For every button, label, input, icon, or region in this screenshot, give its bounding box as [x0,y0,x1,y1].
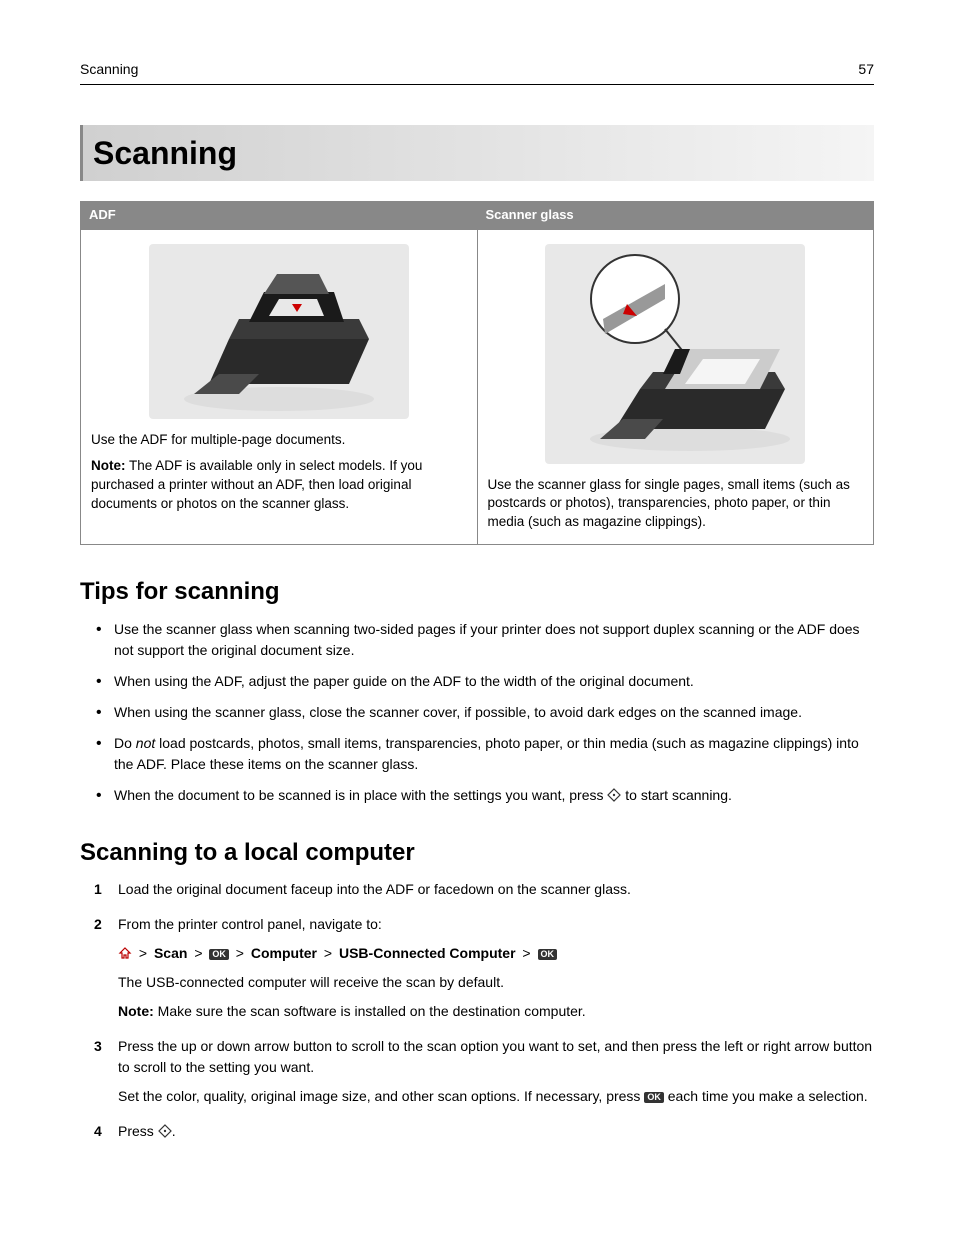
tip-item: When using the scanner glass, close the … [114,702,874,723]
chapter-title: Scanning [80,125,874,182]
tip-item: When using the ADF, adjust the paper gui… [114,671,874,692]
ok-icon: OK [209,949,229,960]
start-icon [607,787,621,808]
adf-note: Note: The ADF is available only in selec… [91,457,467,514]
tip-item: Use the scanner glass when scanning two‑… [114,619,874,661]
step-text: The USB‑connected computer will receive … [118,972,874,993]
nav-step: USB‑Connected Computer [339,945,516,961]
ok-icon: OK [538,949,558,960]
header-page-number: 57 [858,60,874,80]
tip-emphasis: not [136,735,155,751]
nav-separator: > [236,945,244,961]
tip-text: load postcards, photos, small items, tra… [114,735,859,772]
steps-list: Load the original document faceup into t… [80,879,874,1144]
step-item: Press . [100,1121,874,1144]
step-item: Press the up or down arrow button to scr… [100,1036,874,1107]
nav-separator: > [522,945,530,961]
table-cell-scanner-glass: Use the scanner glass for single pages, … [477,229,874,545]
table-header-scanner-glass: Scanner glass [477,202,874,229]
table-cell-adf: Use the ADF for multiple‑page documents.… [81,229,478,545]
local-heading: Scanning to a local computer [80,836,874,870]
ok-icon: OK [644,1092,664,1103]
step-text: From the printer control panel, navigate… [118,916,382,932]
note-text: The ADF is available only in select mode… [91,458,422,511]
note-text: Make sure the scan software is installed… [154,1003,586,1019]
tip-item: When the document to be scanned is in pl… [114,785,874,808]
tip-text: Do [114,735,136,751]
tip-item: Do not load postcards, photos, small ite… [114,733,874,775]
note-label: Note: [91,458,126,473]
adf-description: Use the ADF for multiple‑page documents. [91,431,467,450]
comparison-table: ADF Scanner glass Use the ADF for multip… [80,201,874,545]
tips-list: Use the scanner glass when scanning two‑… [80,619,874,808]
nav-step: Computer [251,945,317,961]
step-text: each time you make a selection. [664,1088,868,1104]
step-text: Set the color, quality, original image s… [118,1088,644,1104]
home-icon [118,945,132,966]
scanner-glass-image [545,244,805,464]
step-text: . [172,1123,176,1139]
step-text: Press [118,1123,158,1139]
scanner-glass-description: Use the scanner glass for single pages, … [488,476,864,533]
navigation-path: > Scan > OK > Computer > USB‑Connected C… [118,943,874,966]
note-label: Note: [118,1003,154,1019]
step-text: Press the up or down arrow button to scr… [118,1038,872,1075]
tips-heading: Tips for scanning [80,575,874,609]
step-note: Note: Make sure the scan software is ins… [118,1001,874,1022]
nav-separator: > [194,945,202,961]
start-icon [158,1123,172,1144]
nav-separator: > [139,945,147,961]
table-header-adf: ADF [81,202,478,229]
page-header: Scanning 57 [80,60,874,85]
adf-printer-image [149,244,409,419]
tip-text: When the document to be scanned is in pl… [114,787,607,803]
tip-text: to start scanning. [621,787,732,803]
step-item: Load the original document faceup into t… [100,879,874,900]
step-item: From the printer control panel, navigate… [100,914,874,1022]
header-section: Scanning [80,60,138,80]
nav-separator: > [324,945,332,961]
nav-step: Scan [154,945,187,961]
step-subtext: Set the color, quality, original image s… [118,1086,874,1107]
